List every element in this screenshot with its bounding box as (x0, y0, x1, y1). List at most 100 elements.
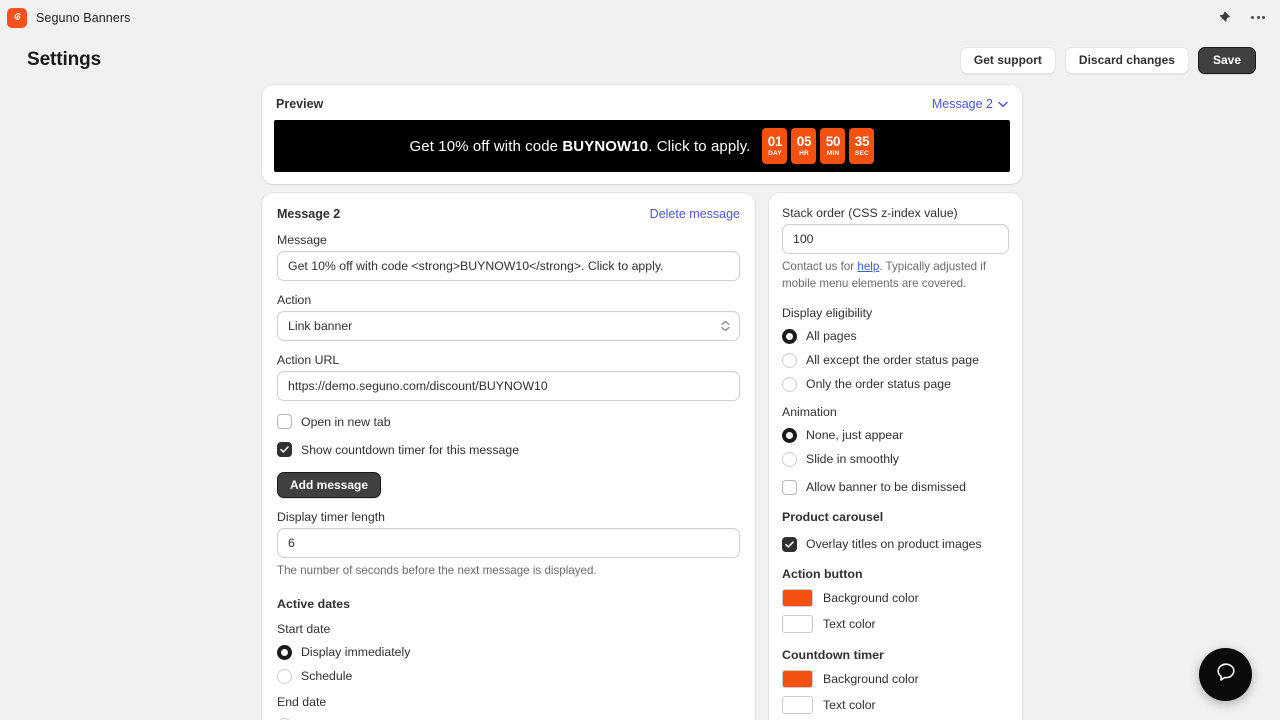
message-input[interactable]: Get 10% off with code <strong>BUYNOW10</… (277, 251, 740, 281)
action-bg-color-label: Background color (823, 591, 919, 605)
chat-bubble-icon (1215, 661, 1237, 688)
message-settings-card: Message 2 Delete message Message Get 10%… (262, 193, 755, 720)
action-text-color-swatch[interactable] (782, 615, 813, 633)
start-date-label: Start date (277, 622, 740, 636)
header-actions: Get support Discard changes Save (960, 47, 1256, 74)
action-field-label: Action (277, 293, 740, 307)
delete-message-link[interactable]: Delete message (650, 207, 740, 221)
preview-card: Preview Message 2 Get 10% off with code … (262, 85, 1022, 184)
eligibility-option-only-order-status[interactable]: Only the order status page (782, 377, 1009, 392)
allow-dismiss-checkbox[interactable] (782, 480, 797, 495)
message-selector-label: Message 2 (932, 97, 993, 111)
action-text-color-label: Text color (823, 617, 876, 631)
start-option-display-immediately[interactable]: Display immediately (277, 645, 740, 660)
start-label-immediately: Display immediately (301, 645, 410, 659)
show-countdown-label: Show countdown timer for this message (301, 443, 519, 457)
eligibility-radio-only-order-status[interactable] (782, 377, 797, 392)
chevron-down-icon (998, 97, 1008, 111)
animation-label: Animation (782, 405, 1009, 419)
countdown-text-color-row[interactable]: Text color (782, 696, 1009, 714)
more-dots (1251, 16, 1265, 19)
animation-label-none: None, just appear (806, 428, 903, 442)
banner-message-text: Get 10% off with code BUYNOW10. Click to… (410, 138, 751, 155)
action-bg-color-row[interactable]: Background color (782, 589, 1009, 607)
countdown-text-color-swatch[interactable] (782, 696, 813, 714)
message-field-label: Message (277, 233, 740, 247)
overlay-titles-row[interactable]: Overlay titles on product images (782, 537, 1009, 552)
add-message-button[interactable]: Add message (277, 472, 381, 498)
timer-unit-sec: SEC (855, 151, 869, 158)
timer-unit-min: MIN (827, 151, 840, 158)
stack-order-input[interactable]: 100 (782, 224, 1009, 254)
action-text-color-row[interactable]: Text color (782, 615, 1009, 633)
seguno-logo-icon (7, 8, 27, 28)
content-area: Preview Message 2 Get 10% off with code … (0, 85, 1280, 720)
action-select[interactable]: Link banner (277, 311, 740, 341)
open-new-tab-label: Open in new tab (301, 415, 391, 429)
eligibility-option-all-pages[interactable]: All pages (782, 329, 1009, 344)
animation-radio-slide[interactable] (782, 452, 797, 467)
animation-radio-none[interactable] (782, 428, 797, 443)
show-countdown-checkbox[interactable] (277, 442, 292, 457)
timer-value-day: 01 (768, 135, 782, 149)
help-chat-button[interactable] (1199, 648, 1252, 701)
countdown-timer-title: Countdown timer (782, 648, 1009, 662)
countdown-bg-color-label: Background color (823, 672, 919, 686)
preview-header: Preview Message 2 (274, 97, 1010, 120)
start-radio-schedule[interactable] (277, 669, 292, 684)
eligibility-radio-all-pages[interactable] (782, 329, 797, 344)
start-radio-immediately[interactable] (277, 645, 292, 660)
countdown-timer: 01 DAY 05 HR 50 MIN 35 SEC (762, 128, 874, 164)
countdown-bg-color-row[interactable]: Background color (782, 670, 1009, 688)
app-name-label: Seguno Banners (36, 11, 131, 25)
open-new-tab-checkbox[interactable] (277, 414, 292, 429)
timer-length-field-label: Display timer length (277, 510, 740, 524)
message-selector-dropdown[interactable]: Message 2 (932, 97, 1010, 111)
discard-changes-button[interactable]: Discard changes (1065, 47, 1189, 74)
start-option-schedule[interactable]: Schedule (277, 669, 740, 684)
action-bg-color-swatch[interactable] (782, 589, 813, 607)
show-countdown-row[interactable]: Show countdown timer for this message (277, 442, 740, 457)
animation-option-none[interactable]: None, just appear (782, 428, 1009, 443)
more-options-icon[interactable] (1249, 9, 1267, 27)
timer-length-hint: The number of seconds before the next me… (277, 563, 740, 580)
timer-value-sec: 35 (855, 135, 869, 149)
save-button[interactable]: Save (1198, 47, 1256, 74)
eligibility-label-only-order-status: Only the order status page (806, 377, 951, 391)
display-eligibility-label: Display eligibility (782, 306, 1009, 320)
banner-text-after: . Click to apply. (648, 138, 750, 155)
end-date-label: End date (277, 695, 740, 709)
app-identity: Seguno Banners (7, 8, 131, 28)
app-bar: Seguno Banners (0, 0, 1280, 35)
banner-code: BUYNOW10 (562, 138, 648, 155)
settings-body: Message 2 Delete message Message Get 10%… (262, 193, 1022, 720)
open-new-tab-row[interactable]: Open in new tab (277, 414, 740, 429)
eligibility-option-except-order-status[interactable]: All except the order status page (782, 353, 1009, 368)
action-url-input[interactable]: https://demo.seguno.com/discount/BUYNOW1… (277, 371, 740, 401)
active-dates-title: Active dates (277, 597, 740, 611)
stack-order-hint: Contact us for help. Typically adjusted … (782, 259, 1009, 293)
timer-length-input[interactable]: 6 (277, 528, 740, 558)
timer-value-min: 50 (826, 135, 840, 149)
help-link[interactable]: help (857, 260, 879, 273)
start-label-schedule: Schedule (301, 669, 352, 683)
page-header: Settings Get support Discard changes Sav… (0, 35, 1280, 85)
countdown-bg-color-swatch[interactable] (782, 670, 813, 688)
overlay-titles-label: Overlay titles on product images (806, 537, 982, 551)
animation-option-slide[interactable]: Slide in smoothly (782, 452, 1009, 467)
timer-block-min: 50 MIN (820, 128, 845, 164)
timer-block-hr: 05 HR (791, 128, 816, 164)
eligibility-radio-except-order-status[interactable] (782, 353, 797, 368)
action-url-field-label: Action URL (277, 353, 740, 367)
pin-icon[interactable] (1215, 9, 1233, 27)
overlay-titles-checkbox[interactable] (782, 537, 797, 552)
chevron-updown-icon (721, 321, 730, 332)
settings-columns: Preview Message 2 Get 10% off with code … (262, 85, 1022, 720)
timer-block-day: 01 DAY (762, 128, 787, 164)
stack-hint-before: Contact us for (782, 260, 857, 273)
allow-dismiss-row[interactable]: Allow banner to be dismissed (782, 480, 1009, 495)
get-support-button[interactable]: Get support (960, 47, 1056, 74)
timer-block-sec: 35 SEC (849, 128, 874, 164)
preview-label: Preview (276, 97, 323, 111)
timer-unit-hr: HR (799, 151, 809, 158)
